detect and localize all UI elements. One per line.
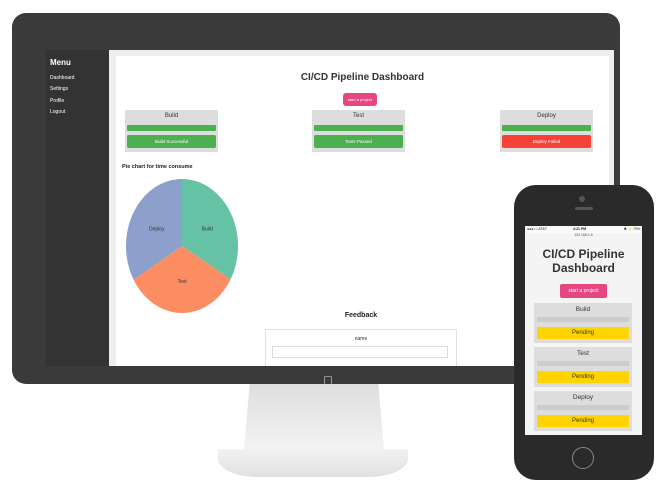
mobile-start-project-button[interactable]: start a project — [560, 284, 607, 298]
stage-card-deploy: Deploy Deploy Failed — [500, 110, 593, 152]
stage-status-badge: Build Successful — [127, 135, 216, 148]
stage-title: Deploy — [572, 394, 594, 401]
mobile-page-title: CI/CD Pipeline Dashboard — [542, 247, 625, 275]
stage-card-build: Build Build Successful — [125, 110, 218, 152]
mobile-stage-card-build: Build Pending — [534, 303, 632, 343]
stage-title: Build — [575, 306, 591, 313]
feedback-form: name — [265, 329, 457, 366]
stage-progress-bar — [127, 125, 216, 131]
stage-status-badge: Pending — [537, 415, 629, 427]
pie-label-build: Build — [202, 227, 213, 233]
name-input[interactable] — [272, 346, 448, 358]
name-label: name — [354, 336, 368, 342]
battery-indicator: ✱ ⚡ 70% — [623, 227, 640, 231]
stage-title: Test — [352, 113, 364, 119]
sidebar-item-dashboard[interactable]: Dashboard — [50, 75, 74, 81]
pie-label-deploy: Deploy — [149, 227, 165, 233]
status-time: 3:21 PM — [573, 227, 587, 231]
start-project-button[interactable]: start a project — [343, 93, 377, 106]
camera-icon — [579, 196, 585, 202]
sidebar-item-profile[interactable]: Profile — [50, 98, 64, 104]
stage-progress-bar — [502, 125, 591, 131]
menu-title: Menu — [50, 58, 71, 67]
stage-status-badge: Tests Passed — [314, 135, 403, 148]
imac-stand-neck — [244, 384, 384, 450]
feedback-title: Feedback — [344, 312, 378, 319]
home-button[interactable] — [572, 447, 594, 469]
pie-chart-heading: Pie chart for time consume — [122, 164, 193, 170]
carrier-label: ●●●○○ AT&T — [527, 227, 548, 231]
stage-title: Deploy — [537, 113, 556, 119]
page-title: CI/CD Pipeline Dashboard — [300, 72, 425, 83]
phone-frame: ●●●○○ AT&T 3:21 PM ✱ ⚡ 70% 192.168.1.6 C… — [514, 185, 654, 480]
stage-card-test: Test Tests Passed — [312, 110, 405, 152]
sidebar-item-settings[interactable]: Settings — [50, 86, 68, 92]
stage-progress-bar — [537, 405, 629, 410]
stage-title: Build — [164, 113, 179, 119]
stage-title: Test — [577, 350, 589, 357]
pie-label-test: Test — [178, 279, 188, 285]
url-bar[interactable]: 192.168.1.6 — [525, 233, 642, 237]
stage-status-badge: Pending — [537, 327, 629, 339]
stage-status-badge: Pending — [537, 371, 629, 383]
sidebar-item-logout[interactable]: Logout — [50, 109, 65, 115]
stage-progress-bar — [314, 125, 403, 131]
speaker-grille — [575, 207, 593, 210]
stage-progress-bar — [537, 317, 629, 322]
phone-screen: ●●●○○ AT&T 3:21 PM ✱ ⚡ 70% 192.168.1.6 C… — [525, 226, 642, 435]
status-bar: ●●●○○ AT&T 3:21 PM ✱ ⚡ 70% — [525, 226, 642, 233]
mobile-stage-card-test: Test Pending — [534, 347, 632, 387]
mobile-stage-card-deploy: Deploy Pending — [534, 391, 632, 431]
sidebar: Menu Dashboard Settings Profile Logout — [46, 50, 109, 366]
imac-stand-foot — [218, 449, 408, 477]
stage-status-badge: Deploy Failed — [502, 135, 591, 148]
pie-chart: Build Test Deploy — [126, 179, 238, 313]
stage-progress-bar — [537, 361, 629, 366]
